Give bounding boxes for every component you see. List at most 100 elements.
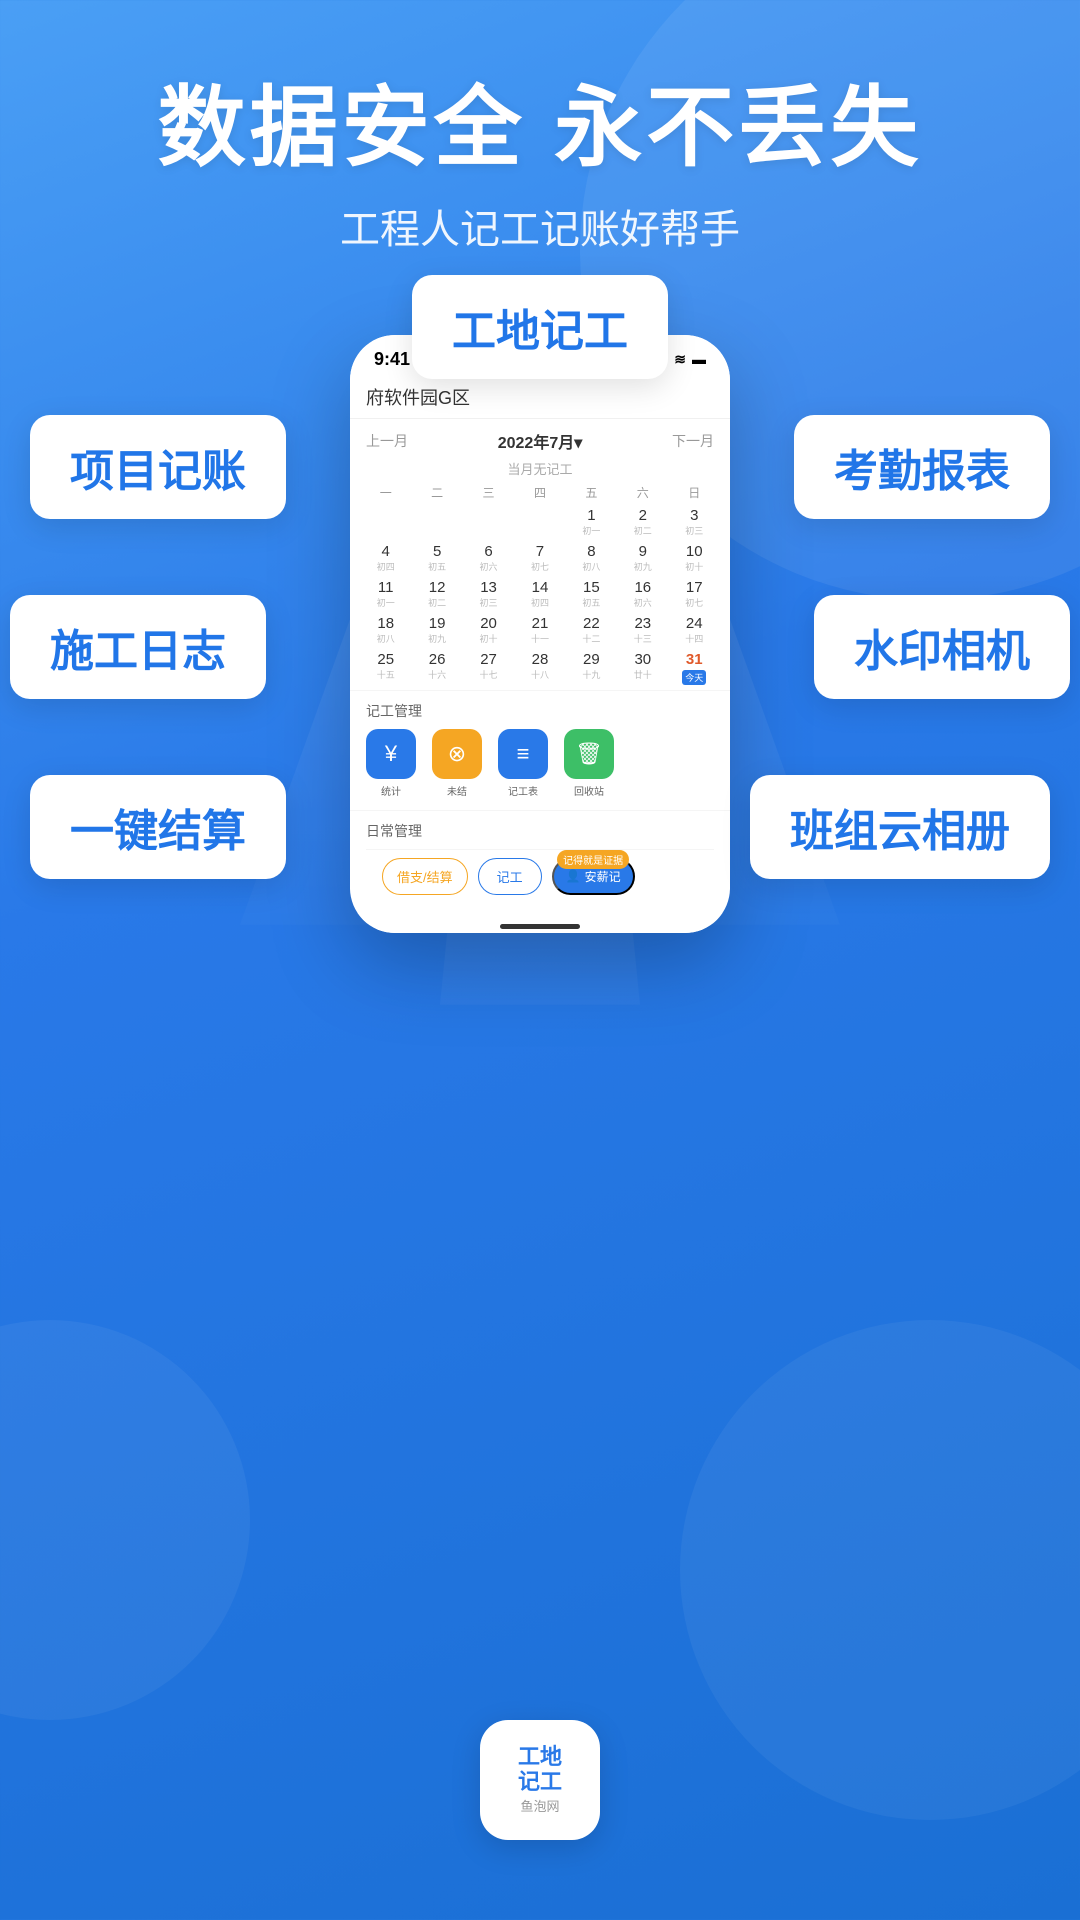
- home-bar: [500, 924, 580, 929]
- wifi-icon: ≋: [674, 351, 686, 368]
- table-icon-box: ≡: [498, 729, 548, 779]
- cal-row-4: 18初八 19初九 20初十 21十一 22十二 23十三 24十四: [360, 613, 720, 647]
- record-mgmt-section: 记工管理 ¥ 统计 ⊗ 未结 ≡ 记工表 🗑: [350, 690, 730, 810]
- weekday-sat: 六: [620, 482, 666, 503]
- cal-day-12[interactable]: 12初二: [414, 577, 460, 611]
- cal-day-8[interactable]: 8初八: [568, 541, 614, 575]
- weekday-wed: 三: [466, 482, 512, 503]
- cal-day-27[interactable]: 27十七: [466, 649, 512, 688]
- app-logo-area: 工地 记工 鱼泡网: [480, 1720, 600, 1840]
- cal-row-2: 4初四 5初五 6初六 7初七 8初八 9初九 10初十: [360, 541, 720, 575]
- today-badge: 今天: [682, 670, 706, 685]
- cal-day-4[interactable]: 4初四: [363, 541, 409, 575]
- cal-day-28[interactable]: 28十八: [517, 649, 563, 688]
- anshinji-button[interactable]: 记得就是证据 👤 安薪记: [552, 858, 635, 895]
- feature-pill-top[interactable]: 工地记工: [412, 275, 668, 379]
- cal-day-23[interactable]: 23十三: [620, 613, 666, 647]
- stats-label: 统计: [381, 783, 401, 798]
- cal-day-10[interactable]: 10初十: [671, 541, 717, 575]
- record-work-button[interactable]: 记工: [478, 858, 542, 895]
- feature-pill-right3[interactable]: 班组云相册: [750, 775, 1050, 879]
- cal-day-30[interactable]: 30廿十: [620, 649, 666, 688]
- cal-day-2[interactable]: 2初二: [620, 505, 666, 539]
- prev-month-btn[interactable]: 上一月: [366, 431, 408, 451]
- weekday-headers: 一 二 三 四 五 六 日: [360, 482, 720, 503]
- cal-day-17[interactable]: 17初七: [671, 577, 717, 611]
- feature-pill-left3[interactable]: 一键结算: [30, 775, 286, 879]
- mgmt-icon-trash[interactable]: 🗑 回收站: [564, 729, 614, 798]
- main-title: 数据安全 永不丢失: [0, 80, 1080, 177]
- weekday-sun: 日: [671, 482, 717, 503]
- cal-day-16[interactable]: 16初六: [620, 577, 666, 611]
- mgmt-icon-table[interactable]: ≡ 记工表: [498, 729, 548, 798]
- cal-day-24[interactable]: 24十四: [671, 613, 717, 647]
- borrow-settle-button[interactable]: 借支/结算: [382, 858, 468, 895]
- mgmt-icon-stats[interactable]: ¥ 统计: [366, 729, 416, 798]
- bottom-action-buttons: 借支/结算 记工 记得就是证据 👤 安薪记: [366, 849, 714, 907]
- cal-row-3: 11初一 12初二 13初三 14初四 15初五 16初六 17初七: [360, 577, 720, 611]
- calendar-grid: 一 二 三 四 五 六 日 1初一 2初二 3初三: [350, 482, 730, 688]
- anshinji-icon: 👤: [566, 869, 581, 883]
- record-mgmt-icons: ¥ 统计 ⊗ 未结 ≡ 记工表 🗑 回收站: [366, 729, 714, 798]
- cal-day-3[interactable]: 3初三: [671, 505, 717, 539]
- cal-row-5: 25十五 26十六 27十七 28十八 29十九 30廿十 31 今天: [360, 649, 720, 688]
- feature-pill-left1[interactable]: 项目记账: [30, 415, 286, 519]
- feature-pill-right1[interactable]: 考勤报表: [794, 415, 1050, 519]
- feature-pill-left2[interactable]: 施工日志: [10, 595, 266, 699]
- trash-icon-box: 🗑: [564, 729, 614, 779]
- cal-day-26[interactable]: 26十六: [414, 649, 460, 688]
- trash-label: 回收站: [574, 783, 604, 798]
- bg-decoration-3: [0, 1320, 250, 1720]
- cal-day-7[interactable]: 7初七: [517, 541, 563, 575]
- daily-mgmt-section: 日常管理 借支/结算 记工 记得就是证据 👤 安薪记: [350, 810, 730, 913]
- cal-day-15[interactable]: 15初五: [568, 577, 614, 611]
- no-records-msg: 当月无记工: [350, 459, 730, 482]
- cal-day-13[interactable]: 13初三: [466, 577, 512, 611]
- header: 数据安全 永不丢失 工程人记工记账好帮手: [0, 0, 1080, 255]
- cal-day-11[interactable]: 11初一: [363, 577, 409, 611]
- cal-day-22[interactable]: 22十二: [568, 613, 614, 647]
- cal-day-6[interactable]: 6初六: [466, 541, 512, 575]
- app-logo-box: 工地 记工 鱼泡网: [480, 1720, 600, 1840]
- app-logo-line1: 工地: [518, 1745, 562, 1769]
- current-month[interactable]: 2022年7月▾: [498, 429, 583, 453]
- weekday-tue: 二: [414, 482, 460, 503]
- anshinji-badge: 记得就是证据: [557, 850, 629, 869]
- record-mgmt-title: 记工管理: [366, 701, 714, 721]
- weekday-mon: 一: [363, 482, 409, 503]
- cal-day-9[interactable]: 9初九: [620, 541, 666, 575]
- cal-day-25[interactable]: 25十五: [363, 649, 409, 688]
- daily-mgmt-title: 日常管理: [366, 821, 714, 841]
- cal-day-29[interactable]: 29十九: [568, 649, 614, 688]
- cal-day-19[interactable]: 19初九: [414, 613, 460, 647]
- next-month-btn[interactable]: 下一月: [672, 431, 714, 451]
- weekday-fri: 五: [568, 482, 614, 503]
- app-logo-line2: 记工: [518, 1770, 562, 1794]
- status-time: 9:41: [374, 349, 410, 370]
- location-bar: 府软件园G区: [350, 378, 730, 419]
- features-area: 工地记工 项目记账 考勤报表 施工日志 水印相机 一键结算 班组云相册 9:41…: [0, 275, 1080, 1235]
- cal-day-14[interactable]: 14初四: [517, 577, 563, 611]
- feature-pill-right2[interactable]: 水印相机: [814, 595, 1070, 699]
- mgmt-icon-unsettled[interactable]: ⊗ 未结: [432, 729, 482, 798]
- cal-day-20[interactable]: 20初十: [466, 613, 512, 647]
- phone-frame: 9:41 ▌▌ ≋ ▬ 府软件园G区 上一月 2022年7月▾ 下一月 当月无记…: [350, 335, 730, 933]
- home-indicator: [350, 913, 730, 933]
- cal-day-1[interactable]: 1初一: [568, 505, 614, 539]
- bg-decoration-2: [680, 1320, 1080, 1820]
- table-label: 记工表: [508, 783, 538, 798]
- cal-day-21[interactable]: 21十一: [517, 613, 563, 647]
- location-text: 府软件园G区: [366, 388, 470, 408]
- stats-icon-box: ¥: [366, 729, 416, 779]
- weekday-thu: 四: [517, 482, 563, 503]
- anshinji-label: 安薪记: [585, 868, 621, 885]
- cal-row-1: 1初一 2初二 3初三: [360, 505, 720, 539]
- battery-icon: ▬: [692, 351, 706, 367]
- phone-mockup: 9:41 ▌▌ ≋ ▬ 府软件园G区 上一月 2022年7月▾ 下一月 当月无记…: [350, 335, 730, 933]
- cal-day-5[interactable]: 5初五: [414, 541, 460, 575]
- cal-day-18[interactable]: 18初八: [363, 613, 409, 647]
- app-logo-subtext: 鱼泡网: [520, 1796, 559, 1815]
- cal-day-31-today[interactable]: 31 今天: [671, 649, 717, 688]
- unsettled-icon-box: ⊗: [432, 729, 482, 779]
- unsettled-label: 未结: [447, 783, 467, 798]
